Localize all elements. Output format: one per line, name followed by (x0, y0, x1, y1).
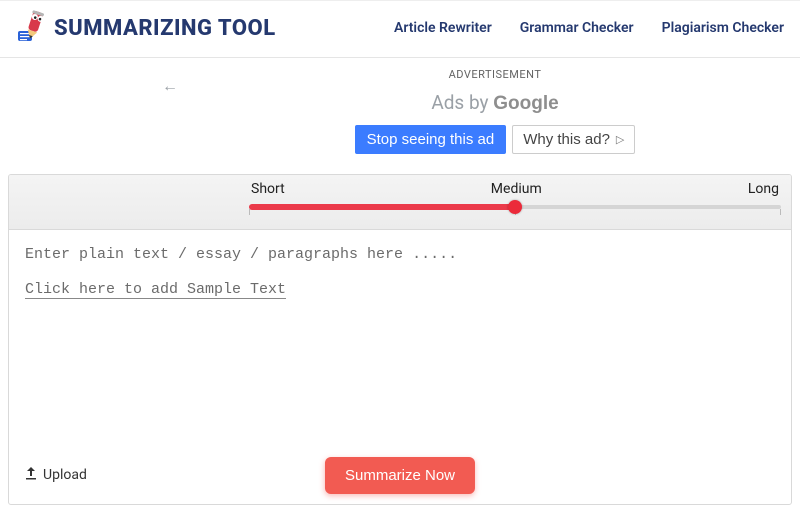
pencil-mascot-icon (12, 9, 48, 47)
ads-by-prefix: Ads by (431, 91, 493, 114)
summarize-button[interactable]: Summarize Now (325, 457, 475, 494)
ad-label: ADVERTISEMENT (190, 68, 800, 81)
length-slider[interactable] (249, 199, 781, 217)
ad-right-pane: ADVERTISEMENT Ads by Google Stop seeing … (190, 64, 800, 164)
advertisement-block: ← ADVERTISEMENT Ads by Google Stop seein… (0, 64, 800, 164)
slider-labels: Short Medium Long (249, 181, 781, 197)
upload-label: Upload (43, 467, 87, 483)
slider-label-short: Short (251, 181, 285, 197)
length-slider-bar: Short Medium Long (9, 175, 791, 230)
slider-fill (249, 204, 515, 210)
adchoices-icon: ▷ (616, 133, 624, 146)
sample-text-link[interactable]: Click here to add Sample Text (25, 281, 775, 298)
nav-article-rewriter[interactable]: Article Rewriter (394, 20, 492, 36)
google-wordmark: Google (493, 93, 558, 114)
summarizer-tool: Short Medium Long Enter plain text / ess… (8, 174, 792, 505)
brand-title: SUMMARIZING TOOL (54, 16, 276, 41)
tool-footer: Upload Summarize Now (9, 450, 791, 504)
back-arrow-icon[interactable]: ← (162, 76, 178, 96)
why-this-ad-button[interactable]: Why this ad? ▷ (512, 125, 635, 154)
upload-button[interactable]: Upload (25, 466, 87, 484)
ad-left-pane: ← (0, 64, 190, 164)
main-nav: Article Rewriter Grammar Checker Plagiar… (394, 20, 788, 36)
header: SUMMARIZING TOOL Article Rewriter Gramma… (0, 0, 800, 58)
slider-thumb[interactable] (508, 200, 522, 214)
nav-plagiarism-checker[interactable]: Plagiarism Checker (662, 20, 784, 36)
ads-by-line: Ads by Google (190, 91, 800, 115)
slider-label-long: Long (748, 181, 779, 197)
why-this-ad-label: Why this ad? (523, 131, 610, 148)
slider-label-medium: Medium (491, 181, 542, 197)
stop-seeing-ad-button[interactable]: Stop seeing this ad (355, 125, 507, 154)
editor-placeholder: Enter plain text / essay / paragraphs he… (25, 246, 775, 263)
brand[interactable]: SUMMARIZING TOOL (12, 9, 276, 47)
upload-icon (25, 466, 37, 484)
nav-grammar-checker[interactable]: Grammar Checker (520, 20, 634, 36)
text-input-area[interactable]: Enter plain text / essay / paragraphs he… (9, 230, 791, 450)
